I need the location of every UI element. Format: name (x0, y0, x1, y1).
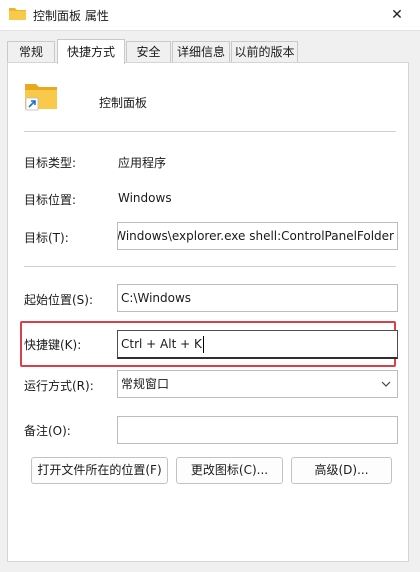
change-icon-button[interactable]: 更改图标(C)... (176, 457, 283, 484)
open-file-location-button[interactable]: 打开文件所在的位置(F) (31, 457, 168, 484)
tab-details[interactable]: 详细信息 (172, 41, 230, 62)
run-select[interactable]: 常规窗口 (117, 370, 398, 398)
divider (24, 131, 396, 132)
tab-previous-versions[interactable]: 以前的版本 (231, 41, 298, 62)
start-in-input[interactable]: C:\Windows (117, 284, 398, 312)
close-button[interactable]: ✕ (374, 0, 420, 30)
tab-general[interactable]: 常规 (7, 41, 55, 62)
title-bar: 控制面板 属性 ✕ (0, 0, 420, 31)
target-input-value: C:\Windows\explorer.exe shell:ControlPan… (117, 229, 394, 243)
run-select-value: 常规窗口 (121, 377, 170, 391)
window-title: 控制面板 属性 (33, 9, 109, 23)
target-location-label: 目标位置: (24, 193, 77, 207)
divider (24, 266, 396, 267)
run-label: 运行方式(R): (24, 379, 94, 393)
tab-security[interactable]: 安全 (126, 41, 171, 62)
text-caret (202, 336, 204, 353)
shortcut-folder-icon (25, 84, 57, 111)
shortcut-key-label: 快捷键(K): (24, 338, 82, 352)
target-location-value: Windows (118, 191, 172, 205)
shortcut-key-value: Ctrl + Alt + K (121, 337, 202, 351)
comment-input[interactable] (117, 416, 398, 444)
target-type-label: 目标类型: (24, 156, 77, 170)
chevron-down-icon (381, 381, 391, 387)
folder-icon (9, 8, 26, 20)
start-in-label: 起始位置(S): (24, 293, 94, 307)
start-in-input-value: C:\Windows (121, 291, 192, 305)
shortcut-panel: 控制面板 目标类型: 应用程序 目标位置: Windows 目标(T): C:\… (7, 62, 409, 562)
close-icon: ✕ (391, 7, 403, 23)
target-label: 目标(T): (24, 231, 69, 245)
target-input[interactable]: C:\Windows\explorer.exe shell:ControlPan… (117, 222, 398, 250)
target-type-value: 应用程序 (118, 156, 167, 170)
tab-shortcut[interactable]: 快捷方式 (57, 39, 125, 64)
comment-label: 备注(O): (24, 424, 71, 438)
shortcut-name: 控制面板 (99, 96, 148, 110)
shortcut-key-input[interactable]: Ctrl + Alt + K (117, 330, 398, 359)
advanced-button[interactable]: 高级(D)... (291, 457, 392, 484)
